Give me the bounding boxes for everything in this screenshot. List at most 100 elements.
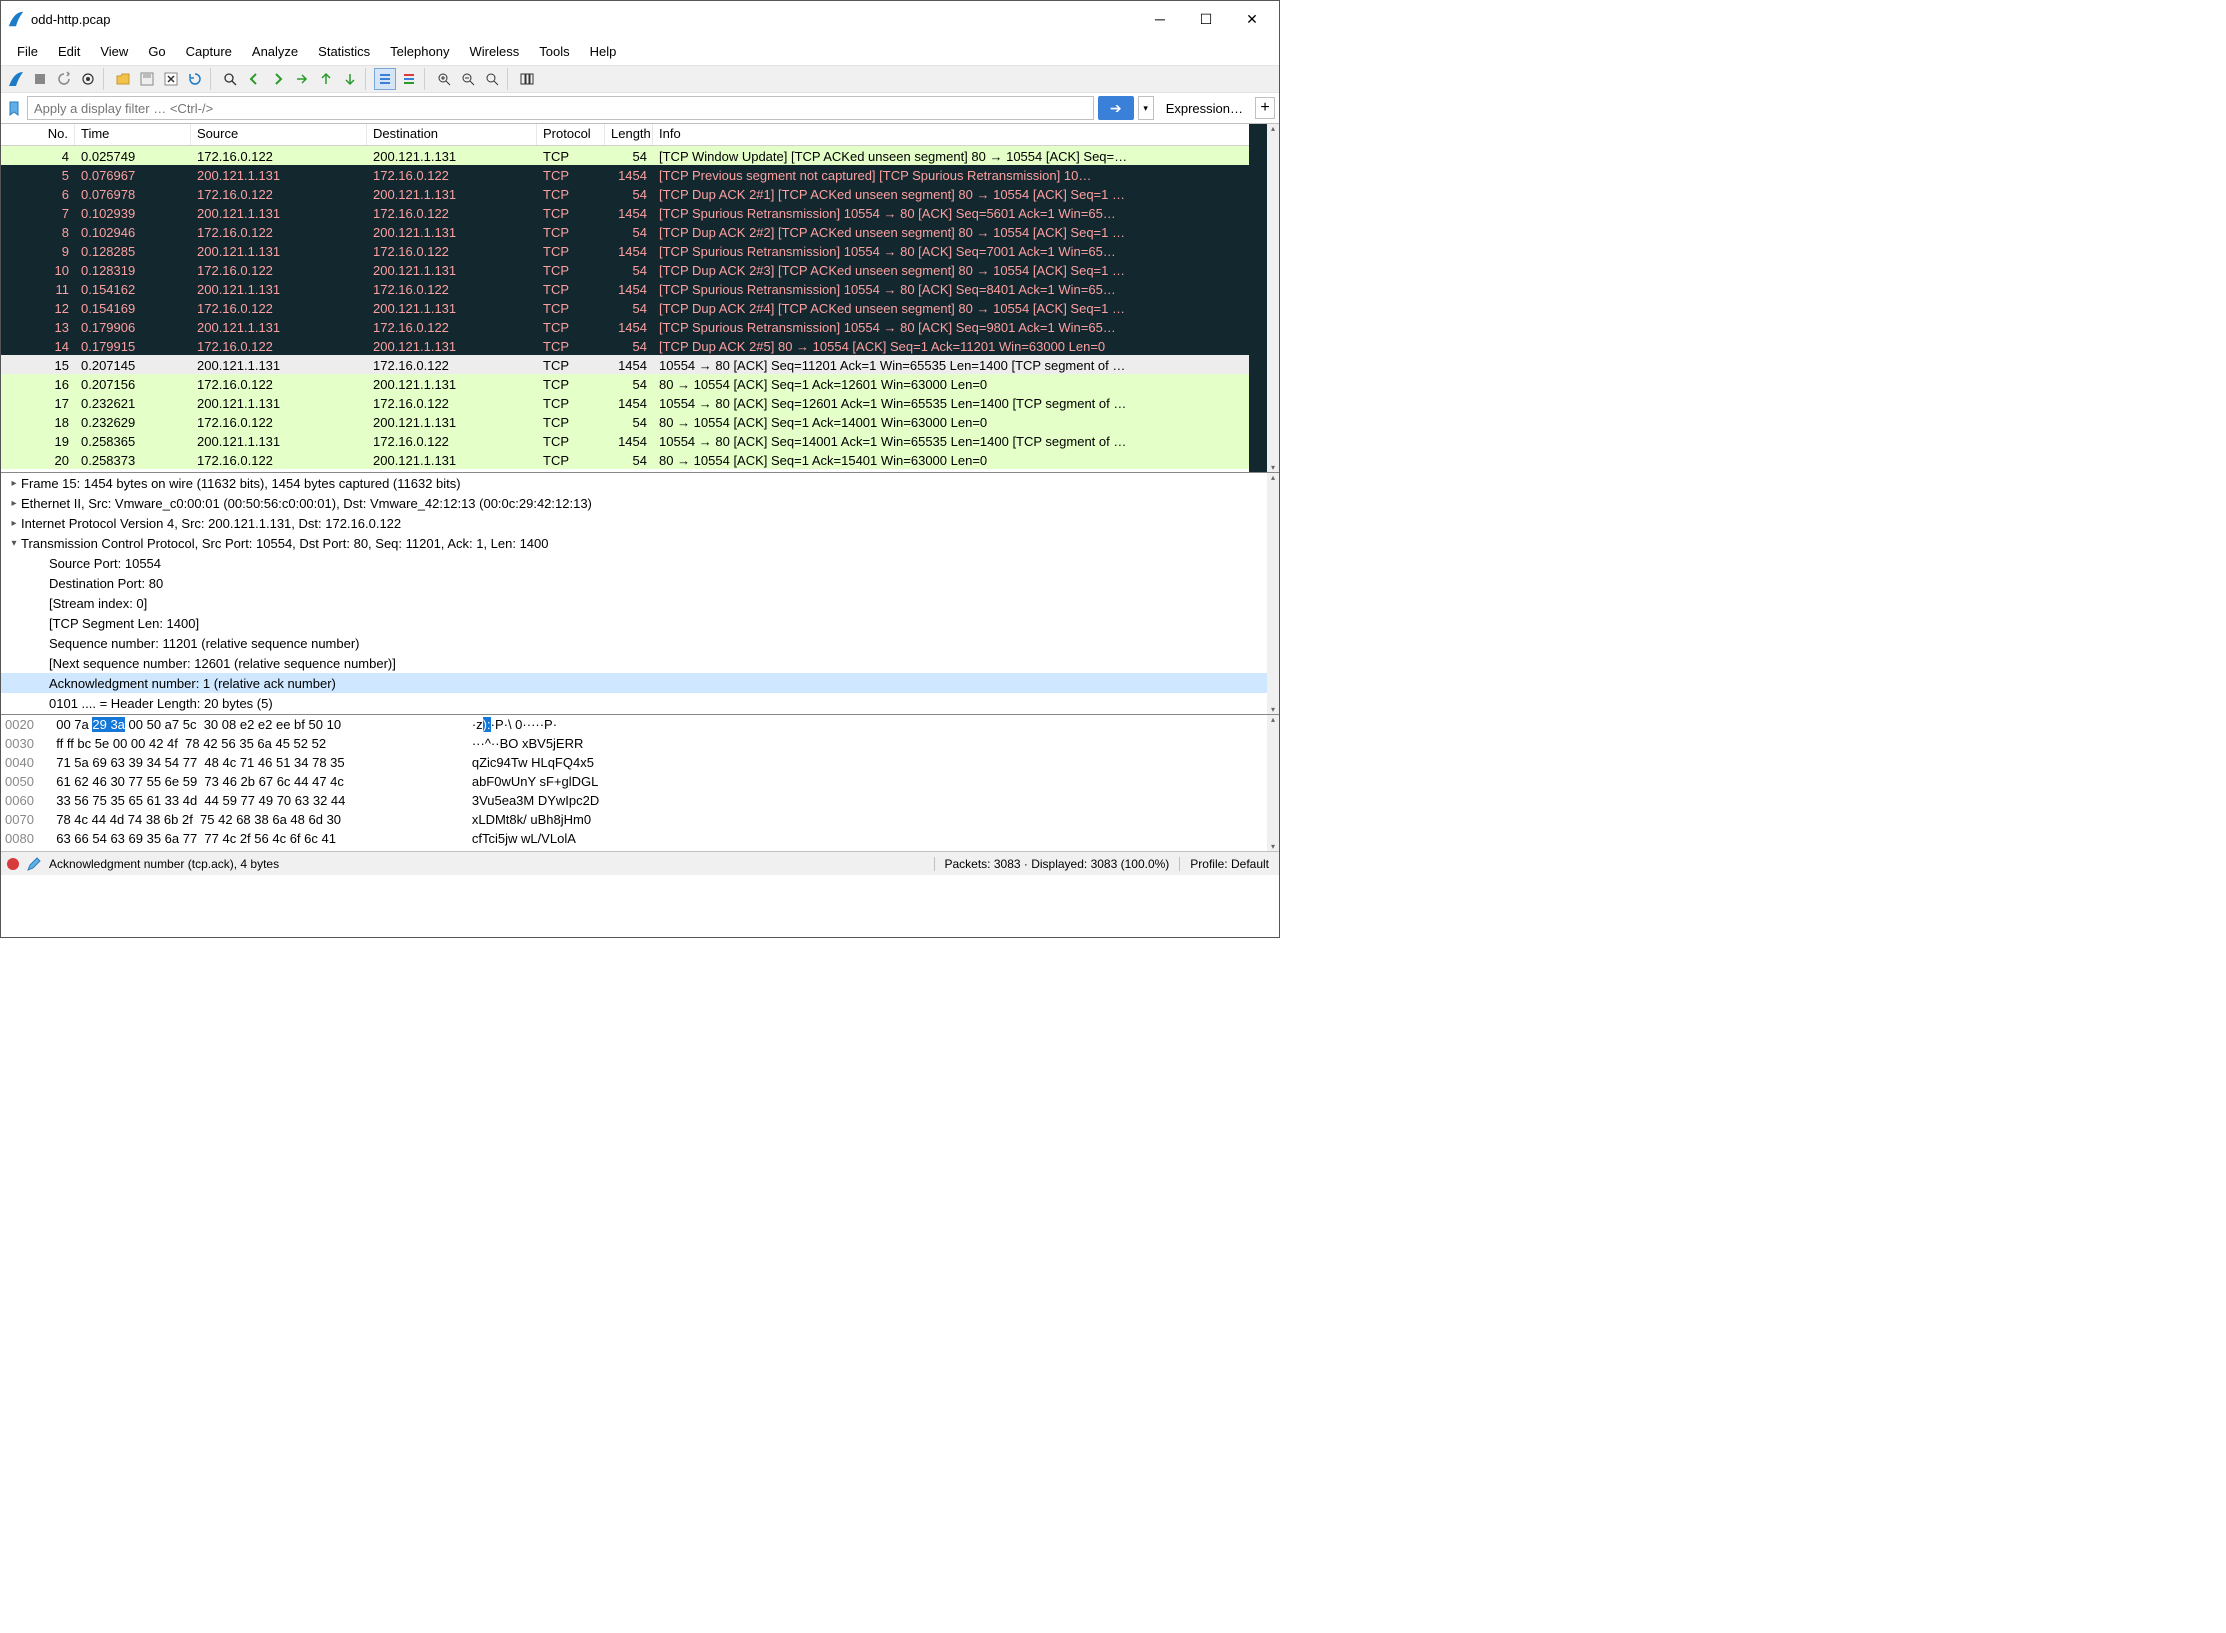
details-row[interactable]: Sequence number: 11201 (relative sequenc… <box>1 633 1279 653</box>
packet-row[interactable]: 50.076967200.121.1.131172.16.0.122TCP145… <box>1 165 1279 184</box>
filter-bookmark-icon[interactable] <box>5 97 23 119</box>
maximize-button[interactable]: ☐ <box>1183 4 1229 34</box>
details-row[interactable]: Destination Port: 80 <box>1 573 1279 593</box>
hex-row[interactable]: 0090 57 4c 6c 35 63 43 79 4e 6d 63 36 52… <box>1 848 1279 851</box>
packet-bytes-pane[interactable]: 0020 00 7a 29 3a 00 50 a7 5c 30 08 e2 e2… <box>1 715 1279 851</box>
minimize-button[interactable]: ─ <box>1137 4 1183 34</box>
packet-row[interactable]: 70.102939200.121.1.131172.16.0.122TCP145… <box>1 203 1279 222</box>
packet-row[interactable]: 180.232629172.16.0.122200.121.1.131TCP54… <box>1 412 1279 431</box>
packet-row[interactable]: 140.179915172.16.0.122200.121.1.131TCP54… <box>1 336 1279 355</box>
expert-info-icon[interactable] <box>7 858 19 870</box>
zoom-reset-icon[interactable] <box>481 68 503 90</box>
packet-row[interactable]: 160.207156172.16.0.122200.121.1.131TCP54… <box>1 374 1279 393</box>
menu-capture[interactable]: Capture <box>176 40 242 63</box>
menu-help[interactable]: Help <box>580 40 627 63</box>
packet-row[interactable]: 150.207145200.121.1.131172.16.0.122TCP14… <box>1 355 1279 374</box>
sharkfin-small-icon[interactable] <box>5 68 27 90</box>
tree-expander-icon[interactable]: ▸ <box>7 498 21 509</box>
hex-row[interactable]: 0020 00 7a 29 3a 00 50 a7 5c 30 08 e2 e2… <box>1 715 1279 734</box>
packet-list-scrollbar[interactable] <box>1267 124 1279 472</box>
packet-list-header[interactable]: No. Time Source Destination Protocol Len… <box>1 124 1279 146</box>
column-source[interactable]: Source <box>191 124 367 145</box>
details-row[interactable]: [Next sequence number: 12601 (relative s… <box>1 653 1279 673</box>
hex-row[interactable]: 0070 78 4c 44 4d 74 38 6b 2f 75 42 68 38… <box>1 810 1279 829</box>
column-no[interactable]: No. <box>1 124 75 145</box>
close-file-icon[interactable] <box>160 68 182 90</box>
packet-row[interactable]: 60.076978172.16.0.122200.121.1.131TCP54[… <box>1 184 1279 203</box>
menu-file[interactable]: File <box>7 40 48 63</box>
close-button[interactable]: ✕ <box>1229 4 1275 34</box>
menu-analyze[interactable]: Analyze <box>242 40 308 63</box>
hex-row[interactable]: 0050 61 62 46 30 77 55 6e 59 73 46 2b 67… <box>1 772 1279 791</box>
column-info[interactable]: Info <box>653 124 1279 145</box>
go-back-icon[interactable] <box>243 68 265 90</box>
autoscroll-icon[interactable] <box>374 68 396 90</box>
hex-row[interactable]: 0080 63 66 54 63 69 35 6a 77 77 4c 2f 56… <box>1 829 1279 848</box>
hex-scrollbar[interactable] <box>1267 715 1279 851</box>
edit-capture-comment-icon[interactable] <box>25 856 43 872</box>
open-file-icon[interactable] <box>112 68 134 90</box>
details-row[interactable]: 0101 .... = Header Length: 20 bytes (5) <box>1 693 1279 713</box>
zoom-out-icon[interactable] <box>457 68 479 90</box>
go-first-icon[interactable] <box>315 68 337 90</box>
resize-columns-icon[interactable] <box>516 68 538 90</box>
save-file-icon[interactable] <box>136 68 158 90</box>
packet-row[interactable]: 170.232621200.121.1.131172.16.0.122TCP14… <box>1 393 1279 412</box>
menu-wireless[interactable]: Wireless <box>459 40 529 63</box>
menu-telephony[interactable]: Telephony <box>380 40 459 63</box>
packet-details-pane[interactable]: ▸Frame 15: 1454 bytes on wire (11632 bit… <box>1 473 1279 715</box>
menu-tools[interactable]: Tools <box>529 40 579 63</box>
packet-row[interactable]: 190.258365200.121.1.131172.16.0.122TCP14… <box>1 431 1279 450</box>
go-last-icon[interactable] <box>339 68 361 90</box>
tree-expander-icon[interactable]: ▾ <box>7 538 21 549</box>
details-row[interactable]: ▸Ethernet II, Src: Vmware_c0:00:01 (00:5… <box>1 493 1279 513</box>
packet-minimap[interactable] <box>1249 124 1267 472</box>
menu-go[interactable]: Go <box>138 40 175 63</box>
menu-view[interactable]: View <box>90 40 138 63</box>
filter-history-dropdown[interactable]: ▾ <box>1138 96 1154 120</box>
expression-button[interactable]: Expression… <box>1158 101 1251 116</box>
column-destination[interactable]: Destination <box>367 124 537 145</box>
details-row[interactable]: Source Port: 10554 <box>1 553 1279 573</box>
add-filter-button[interactable]: + <box>1255 97 1275 119</box>
packet-row[interactable]: 40.025749172.16.0.122200.121.1.131TCP54[… <box>1 146 1279 165</box>
go-forward-icon[interactable] <box>267 68 289 90</box>
details-row[interactable]: ▸Internet Protocol Version 4, Src: 200.1… <box>1 513 1279 533</box>
menu-edit[interactable]: Edit <box>48 40 90 63</box>
apply-filter-button[interactable]: ➔ <box>1098 96 1134 120</box>
details-row[interactable]: ▾Transmission Control Protocol, Src Port… <box>1 533 1279 553</box>
go-to-packet-icon[interactable] <box>291 68 313 90</box>
column-time[interactable]: Time <box>75 124 191 145</box>
hex-row[interactable]: 0060 33 56 75 35 65 61 33 4d 44 59 77 49… <box>1 791 1279 810</box>
details-row[interactable]: Acknowledgment number: 1 (relative ack n… <box>1 673 1279 693</box>
hex-row[interactable]: 0030 ff ff bc 5e 00 00 42 4f 78 42 56 35… <box>1 734 1279 753</box>
status-bar: Acknowledgment number (tcp.ack), 4 bytes… <box>1 851 1279 875</box>
details-scrollbar[interactable] <box>1267 473 1279 714</box>
stop-capture-icon[interactable] <box>29 68 51 90</box>
tree-expander-icon[interactable]: ▸ <box>7 518 21 529</box>
packet-row[interactable]: 130.179906200.121.1.131172.16.0.122TCP14… <box>1 317 1279 336</box>
display-filter-input[interactable] <box>27 96 1094 120</box>
capture-options-icon[interactable] <box>77 68 99 90</box>
zoom-in-icon[interactable] <box>433 68 455 90</box>
packet-row[interactable]: 90.128285200.121.1.131172.16.0.122TCP145… <box>1 241 1279 260</box>
hex-row[interactable]: 0040 71 5a 69 63 39 34 54 77 48 4c 71 46… <box>1 753 1279 772</box>
packet-row[interactable]: 80.102946172.16.0.122200.121.1.131TCP54[… <box>1 222 1279 241</box>
packet-row[interactable]: 120.154169172.16.0.122200.121.1.131TCP54… <box>1 298 1279 317</box>
restart-capture-icon[interactable] <box>53 68 75 90</box>
packet-row[interactable]: 110.154162200.121.1.131172.16.0.122TCP14… <box>1 279 1279 298</box>
packet-row[interactable]: 100.128319172.16.0.122200.121.1.131TCP54… <box>1 260 1279 279</box>
status-profile-text[interactable]: Profile: Default <box>1179 857 1279 871</box>
details-row[interactable]: ▸Frame 15: 1454 bytes on wire (11632 bit… <box>1 473 1279 493</box>
details-row[interactable]: [Stream index: 0] <box>1 593 1279 613</box>
tree-expander-icon[interactable]: ▸ <box>7 478 21 489</box>
colorize-icon[interactable] <box>398 68 420 90</box>
packet-row[interactable]: 200.258373172.16.0.122200.121.1.131TCP54… <box>1 450 1279 469</box>
column-length[interactable]: Length <box>605 124 653 145</box>
reload-file-icon[interactable] <box>184 68 206 90</box>
packet-list-body[interactable]: 40.025749172.16.0.122200.121.1.131TCP54[… <box>1 146 1279 472</box>
find-packet-icon[interactable] <box>219 68 241 90</box>
menu-statistics[interactable]: Statistics <box>308 40 380 63</box>
column-protocol[interactable]: Protocol <box>537 124 605 145</box>
details-row[interactable]: [TCP Segment Len: 1400] <box>1 613 1279 633</box>
